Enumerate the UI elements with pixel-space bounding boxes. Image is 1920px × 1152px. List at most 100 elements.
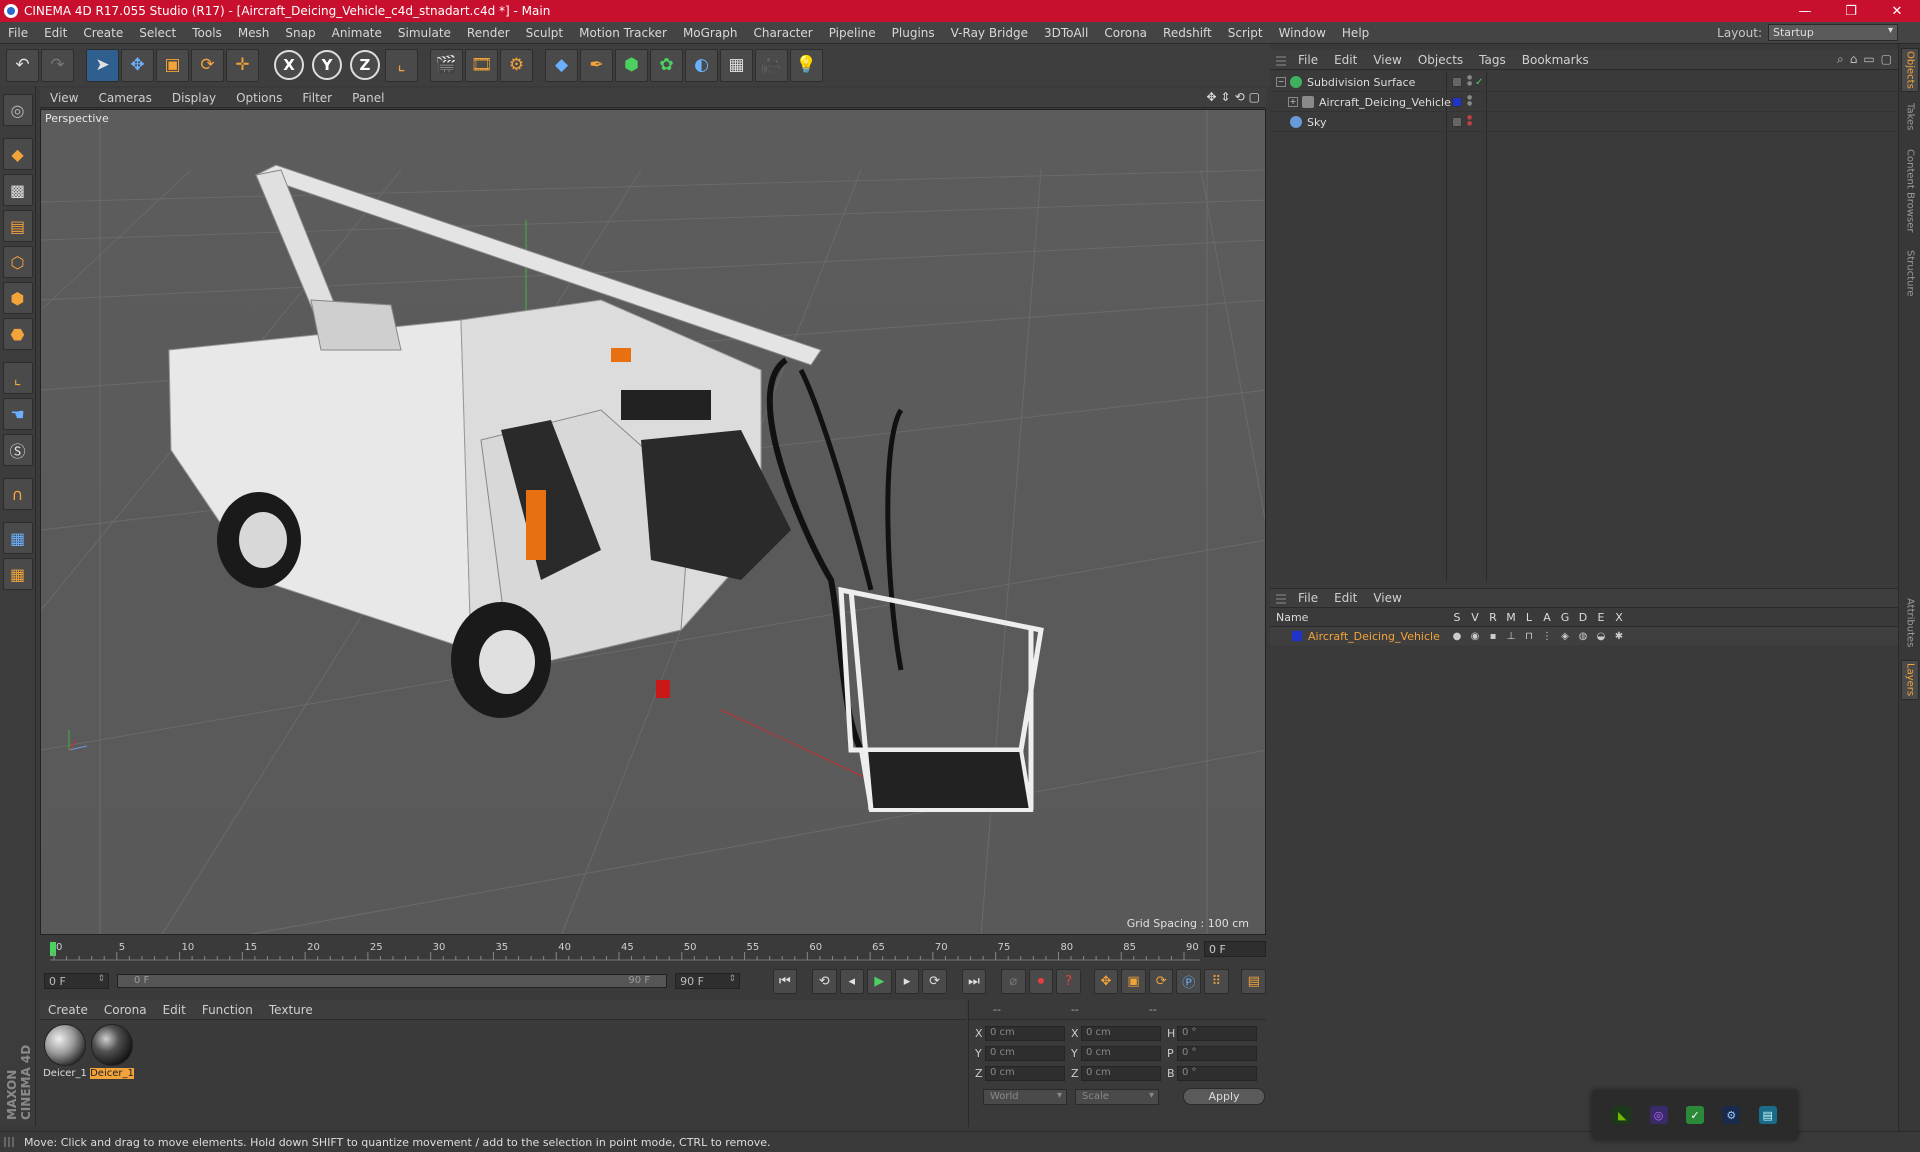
steam-tray-icon[interactable]: ⚙ (1722, 1106, 1741, 1124)
deformer-button[interactable]: ◐ (685, 48, 718, 82)
cloner-button[interactable]: ✿ (650, 48, 683, 82)
z-axis-lock-button[interactable]: Z (350, 50, 380, 80)
go-to-end-button[interactable]: ⏭ (961, 968, 987, 994)
position-z-field[interactable]: 0 cm (985, 1065, 1065, 1081)
live-selection-button[interactable]: ➤ (86, 48, 119, 82)
visibility-dots-icon[interactable]: ● ● (1467, 115, 1473, 127)
y-axis-lock-button[interactable]: Y (312, 50, 342, 80)
material-swatch[interactable]: Deicer_1 (43, 1024, 87, 1080)
menu-snap[interactable]: Snap (277, 26, 323, 40)
timeline-end-field[interactable]: 90 F (675, 973, 741, 989)
viewport-menu-filter[interactable]: Filter (292, 91, 342, 105)
size-y-field[interactable]: 0 cm (1081, 1045, 1161, 1061)
snap-icon[interactable]: Ⓢ (2, 434, 33, 466)
visibility-dots-icon[interactable]: ● ● (1467, 95, 1473, 107)
render-to-picture-viewer-button[interactable]: 🎞 (465, 48, 498, 82)
deformers-toggle-icon[interactable]: ◍ (1574, 631, 1592, 642)
timeline-start-field[interactable]: 0 F (44, 973, 109, 989)
material-menu-edit[interactable]: Edit (155, 1003, 194, 1017)
manager-toggle-icon[interactable]: ⊥ (1502, 631, 1520, 642)
key-scale-button[interactable]: ▣ (1121, 968, 1146, 994)
layers-menu-view[interactable]: View (1365, 591, 1409, 605)
menu-corona[interactable]: Corona (1096, 26, 1155, 40)
render-view-button[interactable]: 🎬 (430, 48, 463, 82)
layers-menu-edit[interactable]: Edit (1326, 591, 1365, 605)
apply-button[interactable]: Apply (1183, 1088, 1265, 1105)
rotation-p-field[interactable]: 0 ° (1177, 1045, 1257, 1061)
render-toggle-icon[interactable]: ▪ (1484, 631, 1502, 642)
previous-frame-button[interactable]: ◂ (839, 968, 865, 994)
object-row-subdivision-surface[interactable]: − Subdivision Surface ● ● ✓ (1270, 73, 1898, 92)
size-z-field[interactable]: 0 cm (1081, 1065, 1161, 1081)
solo-toggle-icon[interactable]: ● (1448, 631, 1466, 642)
subdivision-surface-button[interactable]: ⬢ (615, 48, 648, 82)
tab-structure[interactable]: Structure (1901, 246, 1919, 300)
menu-redshift[interactable]: Redshift (1155, 26, 1220, 40)
last-tool-button[interactable]: ✛ (226, 48, 259, 82)
viewport-menu-options[interactable]: Options (226, 91, 292, 105)
menu-plugins[interactable]: Plugins (884, 26, 943, 40)
expand-toggle-icon[interactable]: + (1288, 97, 1298, 107)
play-forward-button[interactable]: ▶ (867, 968, 892, 994)
current-frame-field[interactable]: 0 F (1204, 941, 1266, 957)
rotate-tool-button[interactable]: ⟳ (191, 48, 224, 82)
floor-button[interactable]: ▦ (720, 48, 753, 82)
layer-name-cell[interactable]: Aircraft_Deicing_Vehicle (1270, 630, 1448, 643)
close-button[interactable]: ✕ (1874, 0, 1920, 22)
material-menu-function[interactable]: Function (194, 1003, 261, 1017)
menu-help[interactable]: Help (1334, 26, 1377, 40)
axis-mode-icon[interactable]: ⌞ (2, 362, 33, 394)
viewport-menu-display[interactable]: Display (162, 91, 226, 105)
toggle-layout-icon[interactable]: ▢ (1249, 90, 1260, 104)
layers-menu-file[interactable]: File (1290, 591, 1326, 605)
undo-button[interactable]: ↶ (6, 48, 39, 82)
edges-mode-icon[interactable]: ⬢ (2, 282, 33, 314)
texture-mode-icon[interactable]: ▩ (2, 174, 33, 206)
tweak-mode-icon[interactable]: ☚ (2, 398, 33, 430)
display-tray-icon[interactable]: ▤ (1758, 1106, 1777, 1124)
collapse-toggle-icon[interactable]: − (1276, 77, 1286, 87)
menu-render[interactable]: Render (459, 26, 518, 40)
autokeying-button[interactable]: ? (1056, 968, 1081, 994)
model-mode-icon[interactable]: ◆ (2, 138, 33, 170)
zoom-view-icon[interactable]: ⇕ (1221, 90, 1231, 104)
tab-attributes[interactable]: Attributes (1901, 590, 1919, 656)
view-toggle-icon[interactable]: ◉ (1466, 631, 1484, 642)
objects-menu-bookmarks[interactable]: Bookmarks (1514, 53, 1597, 67)
light-button[interactable]: 💡 (790, 48, 823, 82)
make-editable-icon[interactable]: ◎ (2, 94, 33, 126)
lock-toggle-icon[interactable]: ⊓ (1520, 631, 1538, 642)
menu-file[interactable]: File (0, 26, 36, 40)
timeline-ruler[interactable]: 0 5 10 15 20 25 30 35 40 45 50 55 60 65 70 75 80 85 90 0 F (40, 938, 1266, 962)
coordinate-system-button[interactable]: ⌞ (385, 48, 418, 82)
menu-character[interactable]: Character (745, 26, 820, 40)
menu-3dtoall[interactable]: 3DToAll (1036, 26, 1096, 40)
scale-tool-button[interactable]: ▣ (156, 48, 189, 82)
workplane-mode-icon[interactable]: ▤ (2, 210, 33, 242)
security-tray-icon[interactable]: ✓ (1685, 1106, 1704, 1124)
menu-mograph[interactable]: MoGraph (675, 26, 746, 40)
preview-range-slider[interactable]: 0 F 90 F (117, 974, 668, 988)
size-x-field[interactable]: 0 cm (1081, 1025, 1161, 1041)
menu-simulate[interactable]: Simulate (390, 26, 459, 40)
coordinate-space-select[interactable]: World (983, 1088, 1067, 1105)
expressions-toggle-icon[interactable]: ◒ (1592, 631, 1610, 642)
visibility-dots-icon[interactable]: ● ● (1467, 75, 1473, 87)
rotation-b-field[interactable]: 0 ° (1177, 1065, 1257, 1081)
magnet-icon[interactable]: ∩ (2, 478, 33, 510)
3d-viewport[interactable]: Perspective Grid Spacing : 100 cm (40, 109, 1266, 935)
home-icon[interactable]: ⌂ (1850, 52, 1858, 67)
pen-spline-button[interactable]: ✒ (580, 48, 613, 82)
menu-vray-bridge[interactable]: V-Ray Bridge (943, 26, 1036, 40)
layer-row[interactable]: Aircraft_Deicing_Vehicle ● ◉ ▪ ⊥ ⊓ ⋮ ◈ ◍… (1270, 627, 1898, 645)
camera-button[interactable]: 🎥 (755, 48, 788, 82)
render-settings-button[interactable]: ⚙ (500, 48, 533, 82)
enabled-check-icon[interactable]: ✓ (1475, 77, 1483, 88)
objects-menu-objects[interactable]: Objects (1410, 53, 1471, 67)
menu-create[interactable]: Create (75, 26, 131, 40)
menu-select[interactable]: Select (131, 26, 184, 40)
new-view-icon[interactable]: ▢ (1881, 52, 1892, 67)
menu-tools[interactable]: Tools (184, 26, 230, 40)
tab-layers[interactable]: Layers (1901, 660, 1919, 700)
object-row-sky[interactable]: Sky ● ● (1270, 113, 1898, 132)
